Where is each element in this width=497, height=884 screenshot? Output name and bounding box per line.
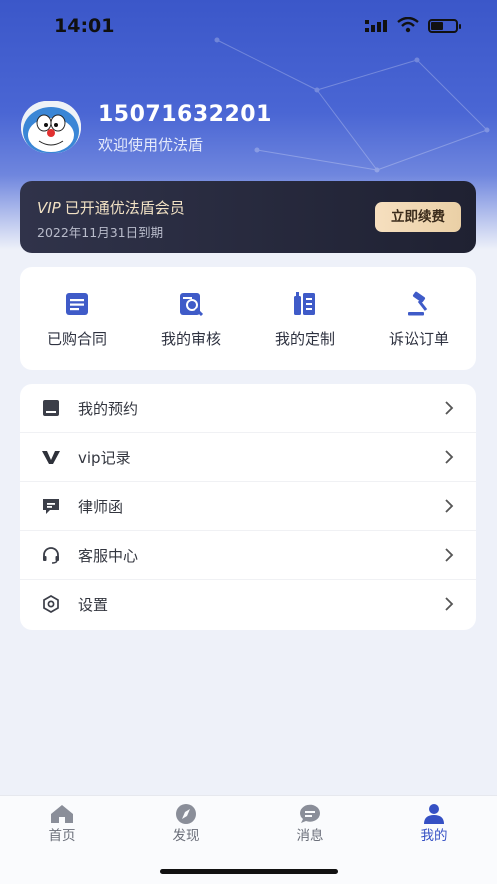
wifi-icon xyxy=(397,17,419,33)
chevron-right-icon xyxy=(445,499,454,513)
doraemon-avatar-icon xyxy=(21,101,81,153)
menu-label: 律师函 xyxy=(78,498,124,516)
home-indicator xyxy=(160,869,338,874)
menu-label: 我的预约 xyxy=(78,400,139,418)
welcome-text: 欢迎使用优法盾 xyxy=(98,136,204,154)
headset-icon xyxy=(43,547,59,564)
quick-label: 我的审核 xyxy=(160,330,221,348)
user-icon xyxy=(424,804,444,824)
home-icon xyxy=(51,805,73,823)
quick-my-review[interactable]: 我的审核 xyxy=(134,267,248,370)
tab-mine[interactable]: 我的 xyxy=(372,796,496,856)
chat-icon xyxy=(299,804,320,823)
vip-title: VIP 已开通优法盾会员 xyxy=(37,197,185,218)
signal-icon xyxy=(365,20,387,32)
tab-discover[interactable]: 发现 xyxy=(124,796,248,856)
custom-books-icon xyxy=(294,292,315,315)
gavel-icon xyxy=(408,291,428,316)
avatar[interactable] xyxy=(21,101,81,153)
chevron-right-icon xyxy=(445,450,454,464)
chevron-right-icon xyxy=(445,597,454,611)
tab-home[interactable]: 首页 xyxy=(0,796,124,856)
quick-my-custom[interactable]: 我的定制 xyxy=(248,267,362,370)
menu-item-customer-service[interactable]: 客服中心 xyxy=(20,531,476,580)
status-time: 14:01 xyxy=(54,15,115,37)
quick-label: 诉讼订单 xyxy=(388,330,449,348)
tab-label: 我的 xyxy=(420,828,448,844)
vip-expiry: 2022年11月31日到期 xyxy=(37,225,164,240)
compass-icon xyxy=(176,804,196,824)
chevron-right-icon xyxy=(445,548,454,562)
menu-item-settings[interactable]: 设置 xyxy=(20,580,476,629)
quick-litigation-orders[interactable]: 诉讼订单 xyxy=(362,267,476,370)
menu-item-lawyer-letter[interactable]: 律师函 xyxy=(20,482,476,531)
vip-title-text: 已开通优法盾会员 xyxy=(64,199,185,217)
battery-icon xyxy=(428,19,461,33)
menu-label: 设置 xyxy=(78,596,109,614)
vip-v-icon xyxy=(42,451,60,464)
hexagon-settings-icon xyxy=(43,595,59,613)
vip-badge: VIP xyxy=(37,199,61,217)
quick-label: 我的定制 xyxy=(274,330,335,348)
quick-label: 已购合同 xyxy=(46,330,107,348)
letter-icon xyxy=(43,499,59,514)
menu-label: 客服中心 xyxy=(78,547,139,565)
vip-card[interactable]: VIP 已开通优法盾会员 2022年11月31日到期 立即续费 xyxy=(20,181,476,253)
tab-messages[interactable]: 消息 xyxy=(248,796,372,856)
menu-item-appointments[interactable]: 我的预约 xyxy=(20,384,476,433)
contract-icon xyxy=(66,293,88,315)
quick-purchased-contracts[interactable]: 已购合同 xyxy=(20,267,134,370)
menu-item-vip-records[interactable]: vip记录 xyxy=(20,433,476,482)
tab-label: 发现 xyxy=(172,828,200,844)
tab-label: 首页 xyxy=(48,828,76,844)
menu-list: 我的预约 vip记录 律师函 客服中心 设置 xyxy=(20,384,476,630)
user-phone: 15071632201 xyxy=(98,102,272,127)
review-search-icon xyxy=(180,293,204,317)
status-bar: 14:01 xyxy=(0,0,497,52)
chevron-right-icon xyxy=(445,401,454,415)
book-icon xyxy=(43,400,59,416)
renew-button[interactable]: 立即续费 xyxy=(375,202,461,232)
quick-actions: 已购合同 我的审核 我的定制 诉讼订单 xyxy=(20,267,476,370)
menu-label: vip记录 xyxy=(78,449,131,467)
tab-label: 消息 xyxy=(296,828,324,844)
